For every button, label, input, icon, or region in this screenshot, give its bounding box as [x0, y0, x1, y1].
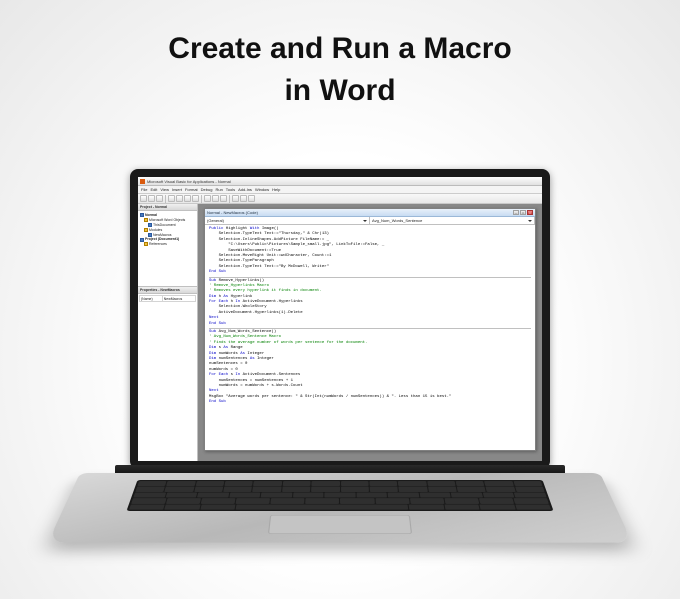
- vba-titlebar: Microsoft Visual Basic for Applications …: [138, 177, 542, 186]
- toolbar-separator: [229, 195, 230, 203]
- menu-window[interactable]: Window: [255, 187, 269, 192]
- toolbar-button[interactable]: [168, 195, 175, 202]
- tree-newmacros[interactable]: NewMacros: [153, 233, 171, 237]
- vba-menubar: File Edit View Insert Format Debug Run T…: [138, 186, 542, 194]
- menu-insert[interactable]: Insert: [172, 187, 182, 192]
- toolbar-run-button[interactable]: [204, 195, 211, 202]
- properties-panel-title: Properties - NewMacros: [138, 287, 197, 294]
- vba-left-panels: Project - Normal Normal Microsoft Word O…: [138, 204, 198, 461]
- menu-run[interactable]: Run: [215, 187, 222, 192]
- menu-edit[interactable]: Edit: [150, 187, 157, 192]
- vba-mdi-area: Normal - NewMacros (Code) – □ × (General…: [198, 204, 542, 461]
- toolbar-button[interactable]: [248, 195, 255, 202]
- code-window: Normal - NewMacros (Code) – □ × (General…: [204, 208, 536, 451]
- toolbar-button[interactable]: [184, 195, 191, 202]
- toolbar-button[interactable]: [240, 195, 247, 202]
- toolbar-button[interactable]: [156, 195, 163, 202]
- procedure-dropdown[interactable]: Avg_Num_Words_Sentence: [370, 217, 535, 224]
- folder-icon: [144, 218, 148, 222]
- vba-app-icon: [140, 179, 145, 184]
- menu-addins[interactable]: Add-Ins: [238, 187, 252, 192]
- module-icon: [148, 233, 152, 237]
- code-window-title: Normal - NewMacros (Code): [207, 210, 258, 215]
- project-icon: [140, 238, 144, 242]
- toolbar-separator: [165, 195, 166, 203]
- minimize-button[interactable]: –: [513, 210, 519, 215]
- toolbar-button[interactable]: [140, 195, 147, 202]
- menu-help[interactable]: Help: [272, 187, 280, 192]
- code-editor[interactable]: Public Highlight With Image() Selection.…: [205, 225, 535, 450]
- laptop-illustration: Microsoft Visual Basic for Applications …: [80, 169, 600, 589]
- project-icon: [140, 213, 144, 217]
- headline-line2: in Word: [0, 70, 680, 112]
- vba-editor-window: Microsoft Visual Basic for Applications …: [138, 177, 542, 461]
- toolbar-button[interactable]: [232, 195, 239, 202]
- project-tree[interactable]: Normal Microsoft Word Objects ThisDocume…: [138, 211, 197, 286]
- menu-file[interactable]: File: [141, 187, 147, 192]
- menu-format[interactable]: Format: [185, 187, 198, 192]
- prop-name-value[interactable]: NewMacros: [162, 296, 195, 302]
- laptop-screen-frame: Microsoft Visual Basic for Applications …: [130, 169, 550, 469]
- tree-modules[interactable]: Modules: [149, 228, 162, 232]
- procedure-dropdown-value: Avg_Num_Words_Sentence: [372, 218, 422, 223]
- headline-line1: Create and Run a Macro: [0, 28, 680, 70]
- tree-thisdocument[interactable]: ThisDocument: [153, 223, 176, 227]
- folder-icon: [144, 242, 148, 246]
- object-dropdown-value: (General): [207, 218, 224, 223]
- tree-project2[interactable]: Project (Document1): [145, 237, 179, 241]
- chevron-down-icon: [363, 220, 367, 222]
- maximize-button[interactable]: □: [520, 210, 526, 215]
- folder-icon: [144, 228, 148, 232]
- close-button[interactable]: ×: [527, 210, 533, 215]
- menu-debug[interactable]: Debug: [201, 187, 213, 192]
- laptop-deck: [48, 473, 633, 543]
- page-headline: Create and Run a Macro in Word: [0, 28, 680, 112]
- toolbar-button[interactable]: [176, 195, 183, 202]
- vba-toolbar: [138, 194, 542, 204]
- laptop-touchpad: [268, 515, 412, 534]
- toolbar-button[interactable]: [148, 195, 155, 202]
- toolbar-separator: [201, 195, 202, 203]
- vba-title-text: Microsoft Visual Basic for Applications …: [147, 179, 231, 184]
- document-icon: [148, 223, 152, 227]
- menu-view[interactable]: View: [160, 187, 169, 192]
- toolbar-break-button[interactable]: [212, 195, 219, 202]
- project-panel-title: Project - Normal: [138, 204, 197, 211]
- object-dropdown[interactable]: (General): [205, 217, 370, 224]
- menu-tools[interactable]: Tools: [226, 187, 235, 192]
- tree-normal[interactable]: Normal: [145, 213, 157, 217]
- properties-table[interactable]: (Name)NewMacros: [139, 295, 196, 302]
- properties-panel: Properties - NewMacros (Name)NewMacros: [138, 286, 197, 461]
- tree-references[interactable]: References: [149, 242, 167, 246]
- code-window-titlebar[interactable]: Normal - NewMacros (Code) – □ ×: [205, 209, 535, 217]
- toolbar-reset-button[interactable]: [220, 195, 227, 202]
- chevron-down-icon: [528, 220, 532, 222]
- toolbar-button[interactable]: [192, 195, 199, 202]
- prop-name-label: (Name): [140, 296, 163, 302]
- laptop-keyboard: [126, 480, 553, 511]
- tree-word-objects[interactable]: Microsoft Word Objects: [149, 218, 185, 222]
